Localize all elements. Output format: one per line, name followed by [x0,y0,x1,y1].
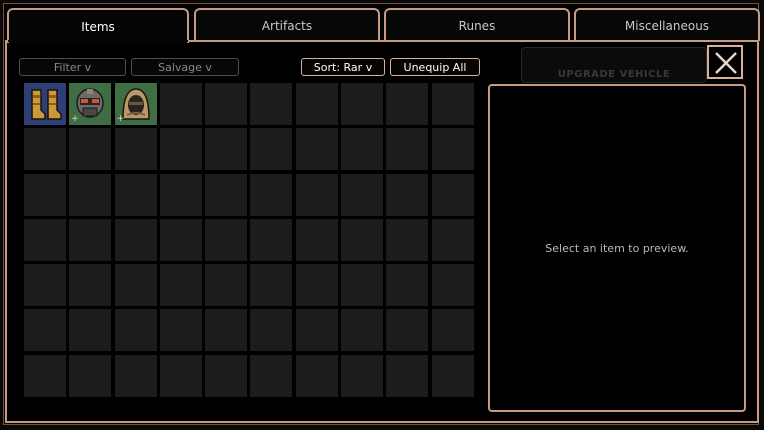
inventory-slot-empty[interactable] [295,83,338,125]
inventory-slot-hood[interactable]: + [114,83,157,125]
inventory-slot-empty[interactable] [24,264,66,307]
inventory-slot-empty[interactable] [431,309,474,352]
inventory-slot-empty[interactable] [295,128,338,171]
inventory-slot-empty[interactable] [69,173,112,216]
inventory-slot-empty[interactable] [386,128,429,171]
active-tab-gap [8,40,188,42]
tab-miscellaneous[interactable]: Miscellaneous [574,8,760,41]
inventory-slot-empty[interactable] [431,354,474,397]
inventory-slot-empty[interactable] [386,83,429,125]
inventory-slot-empty[interactable] [250,354,293,397]
tab-artifacts[interactable]: Artifacts [194,8,380,41]
inventory-slot-empty[interactable] [295,218,338,261]
inventory-slot-empty[interactable] [250,128,293,171]
inventory-slot-empty[interactable] [69,128,112,171]
inventory-slot-empty[interactable] [431,83,474,125]
inventory-slot-empty[interactable] [250,173,293,216]
inventory-slot-empty[interactable] [159,173,202,216]
inventory-slot-empty[interactable] [341,309,384,352]
tab-runes[interactable]: Runes [384,8,570,41]
inventory-slot-empty[interactable] [24,218,66,261]
sort-dropdown[interactable]: Sort: Rar v [301,58,385,76]
inventory-slot-empty[interactable] [69,264,112,307]
inventory-slot-empty[interactable] [250,83,293,125]
inventory-slot-empty[interactable] [341,218,384,261]
inventory-grid: + + [24,83,474,397]
inventory-slot-empty[interactable] [24,128,66,171]
inventory-slot-empty[interactable] [114,354,157,397]
inventory-slot-empty[interactable] [114,218,157,261]
salvage-dropdown[interactable]: Salvage v [131,58,239,76]
inventory-slot-empty[interactable] [205,309,248,352]
close-button[interactable] [707,45,743,79]
inventory-slot-empty[interactable] [341,264,384,307]
inventory-slot-empty[interactable] [295,173,338,216]
inventory-slot-empty[interactable] [24,309,66,352]
inventory-slot-empty[interactable] [114,309,157,352]
inventory-slot-empty[interactable] [250,218,293,261]
inventory-slot-empty[interactable] [431,264,474,307]
inventory-slot-empty[interactable] [341,354,384,397]
inventory-slot-empty[interactable] [250,309,293,352]
inventory-slot-empty[interactable] [386,264,429,307]
inventory-slot-empty[interactable] [295,354,338,397]
upgrade-vehicle-panel-behind: UPGRADE VEHICLE [521,47,707,83]
upgrade-plus-marker: + [71,114,79,124]
inventory-slot-boots[interactable] [24,83,66,125]
inventory-slot-empty[interactable] [205,83,248,125]
inventory-slot-empty[interactable] [24,354,66,397]
inventory-slot-empty[interactable] [205,218,248,261]
inventory-slot-empty[interactable] [295,309,338,352]
inventory-slot-empty[interactable] [205,173,248,216]
inventory-slot-empty[interactable] [114,173,157,216]
inventory-slot-empty[interactable] [69,218,112,261]
inventory-slot-empty[interactable] [159,218,202,261]
inventory-slot-empty[interactable] [386,218,429,261]
inventory-slot-empty[interactable] [341,83,384,125]
inventory-slot-empty[interactable] [205,354,248,397]
upgrade-vehicle-label: UPGRADE VEHICLE [557,69,671,80]
inventory-slot-empty[interactable] [159,128,202,171]
inventory-slot-empty[interactable] [205,264,248,307]
filter-dropdown[interactable]: Filter v [19,58,126,76]
upgrade-plus-marker: + [116,114,125,124]
inventory-slot-empty[interactable] [386,173,429,216]
inventory-slot-empty[interactable] [69,354,112,397]
inventory-slot-empty[interactable] [386,354,429,397]
inventory-slot-empty[interactable] [431,218,474,261]
inventory-slot-empty[interactable] [250,264,293,307]
item-preview-panel: Select an item to preview. [488,84,746,412]
inventory-slot-empty[interactable] [159,264,202,307]
inventory-slot-empty[interactable] [295,264,338,307]
unequip-all-button[interactable]: Unequip All [390,58,480,76]
inventory-slot-empty[interactable] [159,354,202,397]
inventory-slot-empty[interactable] [69,309,112,352]
inventory-slot-empty[interactable] [114,264,157,307]
inventory-slot-helmet[interactable]: + [69,83,112,125]
boots-icon [24,83,66,125]
inventory-slot-empty[interactable] [431,173,474,216]
tab-items[interactable]: Items [7,8,189,43]
inventory-slot-empty[interactable] [114,128,157,171]
inventory-slot-empty[interactable] [205,128,248,171]
inventory-slot-empty[interactable] [431,128,474,171]
inventory-slot-empty[interactable] [159,83,202,125]
inventory-slot-empty[interactable] [341,128,384,171]
inventory-slot-empty[interactable] [24,173,66,216]
inventory-slot-empty[interactable] [159,309,202,352]
inventory-slot-empty[interactable] [386,309,429,352]
preview-empty-text: Select an item to preview. [545,241,689,255]
close-icon [715,52,737,74]
inventory-slot-empty[interactable] [341,173,384,216]
